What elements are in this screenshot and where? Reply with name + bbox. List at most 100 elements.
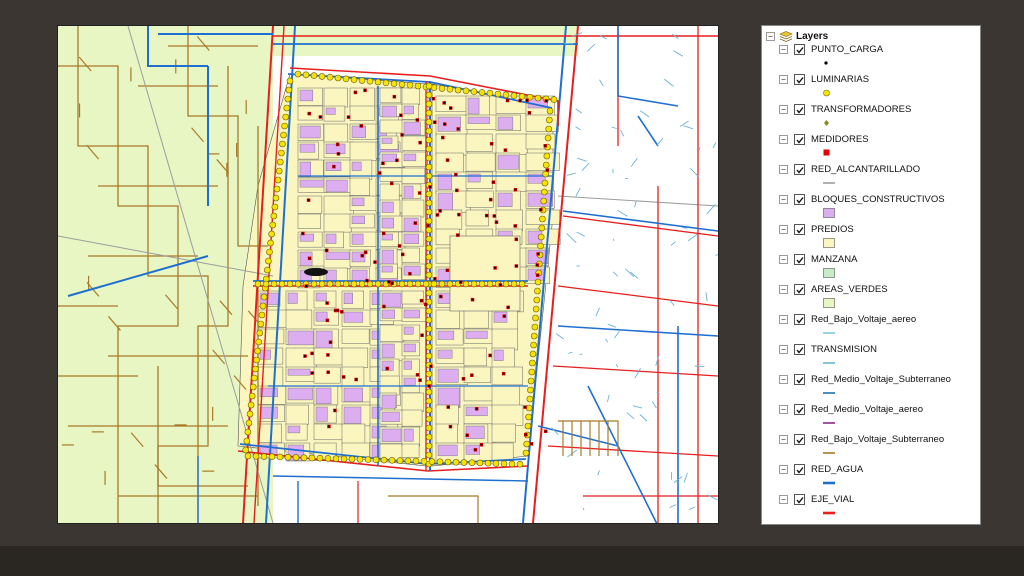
layer-item-transmision[interactable]: − TRANSMISION bbox=[779, 343, 979, 373]
layer-visibility-checkbox[interactable] bbox=[794, 194, 805, 205]
predio-parcel bbox=[491, 328, 519, 351]
layer-item-red-medio-voltaje-aereo[interactable]: − Red_Medio_Voltaje_aereo bbox=[779, 403, 979, 433]
transmision-line bbox=[586, 43, 596, 52]
luminaria-point bbox=[544, 134, 552, 142]
punto-carga-point bbox=[446, 159, 449, 162]
bloque-constructivo bbox=[403, 309, 420, 319]
layer-item-medidores[interactable]: − MEDIDORES bbox=[779, 133, 979, 163]
collapse-icon[interactable]: − bbox=[779, 135, 788, 144]
layer-visibility-checkbox[interactable] bbox=[794, 254, 805, 265]
layer-item-bloques-constructivos[interactable]: − BLOQUES_CONSTRUCTIVOS bbox=[779, 193, 979, 223]
layer-visibility-checkbox[interactable] bbox=[794, 74, 805, 85]
luminaria-point bbox=[283, 104, 291, 112]
layer-visibility-checkbox[interactable] bbox=[794, 164, 805, 175]
collapse-icon[interactable]: − bbox=[779, 495, 788, 504]
layer-visibility-checkbox[interactable] bbox=[794, 434, 805, 445]
layer-visibility-checkbox[interactable] bbox=[794, 494, 805, 505]
punto-carga-point bbox=[401, 253, 404, 256]
collapse-icon[interactable]: − bbox=[779, 105, 788, 114]
luminaria-point bbox=[281, 122, 288, 130]
collapse-icon[interactable]: − bbox=[779, 165, 788, 174]
layer-item-red-medio-voltaje-subterraneo[interactable]: − Red_Medio_Voltaje_Subterraneo bbox=[779, 373, 979, 403]
luminaria-point bbox=[538, 224, 546, 232]
collapse-icon[interactable]: − bbox=[779, 345, 788, 354]
layer-item-red-bajo-voltaje-aereo[interactable]: − Red_Bajo_Voltaje_aereo bbox=[779, 313, 979, 343]
layer-item-predios[interactable]: − PREDIOS bbox=[779, 223, 979, 253]
luminaria-point bbox=[425, 451, 433, 459]
red-agua-line bbox=[272, 475, 529, 482]
collapse-icon[interactable]: − bbox=[766, 31, 775, 41]
layer-visibility-checkbox[interactable] bbox=[794, 464, 805, 475]
luminaria-point bbox=[542, 161, 550, 169]
collapse-icon[interactable]: − bbox=[779, 45, 788, 54]
predio-parcel bbox=[491, 423, 516, 443]
collapse-icon[interactable]: − bbox=[779, 225, 788, 234]
collapse-icon[interactable]: − bbox=[779, 435, 788, 444]
layer-visibility-checkbox[interactable] bbox=[794, 314, 805, 325]
collapse-icon[interactable]: − bbox=[779, 255, 788, 264]
punto-carga-point bbox=[336, 143, 339, 146]
transmision-line bbox=[664, 78, 674, 87]
toc-root-label: Layers bbox=[796, 30, 829, 42]
layer-item-red-agua[interactable]: − RED_AGUA bbox=[779, 463, 979, 493]
bloque-constructivo bbox=[299, 125, 321, 139]
checkmark-icon bbox=[795, 106, 804, 114]
punto-carga-point bbox=[449, 425, 452, 428]
predio-parcel bbox=[285, 404, 309, 425]
punto-carga-point bbox=[495, 221, 498, 224]
predio-parcel bbox=[379, 119, 403, 134]
layer-visibility-checkbox[interactable] bbox=[794, 404, 805, 415]
layer-item-transformadores[interactable]: − TRANSFORMADORES bbox=[779, 103, 979, 133]
layer-item-luminarias[interactable]: − LUMINARIAS bbox=[779, 73, 979, 103]
layer-visibility-checkbox[interactable] bbox=[794, 104, 805, 115]
legend-symbol-circle-yellow-icon bbox=[823, 89, 830, 97]
punto-carga-point bbox=[386, 367, 389, 370]
collapse-icon[interactable]: − bbox=[779, 75, 788, 84]
luminaria-point bbox=[280, 131, 287, 139]
transmision-line bbox=[615, 363, 619, 368]
layer-item-punto-carga[interactable]: − PUNTO_CARGA bbox=[779, 43, 979, 73]
predio-parcel bbox=[379, 324, 404, 342]
layer-item-manzana[interactable]: − MANZANA bbox=[779, 253, 979, 283]
bloque-constructivo bbox=[403, 377, 416, 386]
collapse-icon[interactable]: − bbox=[779, 465, 788, 474]
map-view[interactable] bbox=[57, 25, 719, 524]
punto-carga-point bbox=[305, 285, 308, 287]
collapse-icon[interactable]: − bbox=[779, 405, 788, 414]
layer-item-red-bajo-voltaje-subterraneo[interactable]: − Red_Bajo_Voltaje_Subterraneo bbox=[779, 433, 979, 463]
punto-carga-point bbox=[449, 107, 452, 109]
layer-item-eje-vial[interactable]: − EJE_VIAL bbox=[779, 493, 979, 523]
layer-visibility-checkbox[interactable] bbox=[794, 374, 805, 385]
layer-label: BLOQUES_CONSTRUCTIVOS bbox=[811, 194, 945, 205]
luminaria-point bbox=[425, 145, 433, 153]
luminaria-point bbox=[425, 415, 433, 423]
punto-carga-point bbox=[326, 353, 329, 356]
layer-visibility-checkbox[interactable] bbox=[794, 344, 805, 355]
luminaria-point bbox=[406, 81, 414, 89]
luminaria-point bbox=[492, 460, 500, 467]
punto-carga-point bbox=[383, 305, 385, 308]
toc-root-layers[interactable]: − Layers bbox=[766, 29, 828, 43]
collapse-icon[interactable]: − bbox=[779, 195, 788, 204]
luminaria-point bbox=[358, 280, 366, 288]
luminaria-point bbox=[414, 280, 422, 288]
layer-visibility-checkbox[interactable] bbox=[794, 224, 805, 235]
collapse-icon[interactable]: − bbox=[779, 315, 788, 324]
predio-parcel bbox=[349, 177, 370, 196]
layer-item-areas-verdes[interactable]: − AREAS_VERDES bbox=[779, 283, 979, 313]
bloque-constructivo bbox=[287, 425, 301, 434]
collapse-icon[interactable]: − bbox=[779, 285, 788, 294]
luminaria-point bbox=[425, 343, 433, 351]
layer-visibility-checkbox[interactable] bbox=[794, 44, 805, 55]
layer-visibility-checkbox[interactable] bbox=[794, 284, 805, 295]
collapse-icon[interactable]: − bbox=[779, 375, 788, 384]
luminaria-point bbox=[454, 86, 462, 94]
punto-carga-point bbox=[433, 277, 436, 280]
layer-item-red-alcantarillado[interactable]: − RED_ALCANTARILLADO bbox=[779, 163, 979, 193]
luminaria-point bbox=[425, 334, 433, 342]
punto-carga-point bbox=[347, 116, 350, 119]
layer-visibility-checkbox[interactable] bbox=[794, 134, 805, 145]
map-canvas[interactable] bbox=[58, 26, 718, 523]
punto-carga-point bbox=[319, 116, 322, 118]
areas-verdes-polygon-top bbox=[273, 26, 578, 56]
